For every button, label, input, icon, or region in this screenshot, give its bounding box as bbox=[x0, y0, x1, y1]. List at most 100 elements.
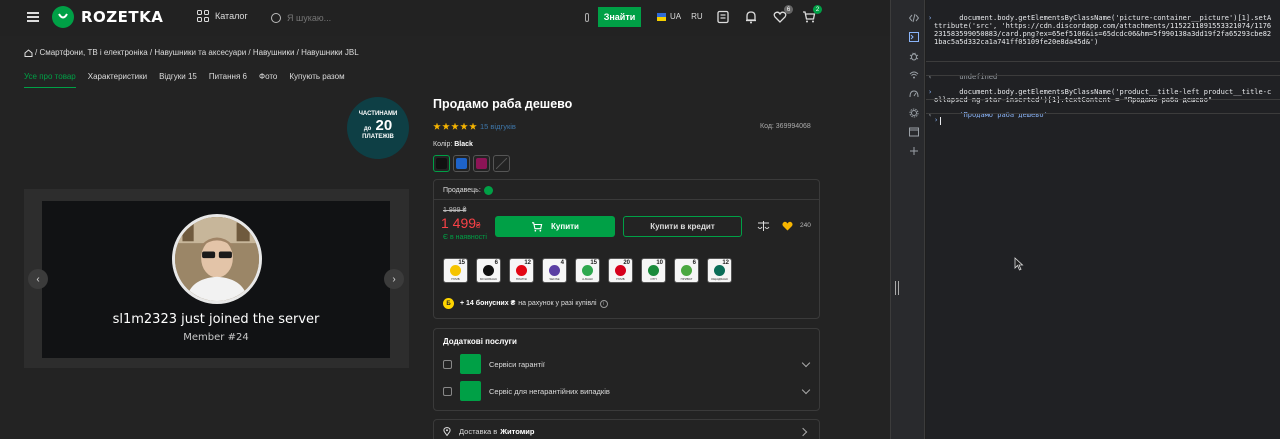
network-wifi-icon[interactable] bbox=[909, 70, 919, 80]
chevron-down-icon[interactable] bbox=[801, 358, 811, 368]
add-panel-icon[interactable] bbox=[909, 146, 919, 156]
prompt-chevron-icon: › bbox=[928, 88, 933, 96]
lang-ua[interactable]: UA bbox=[670, 12, 681, 21]
divider bbox=[926, 113, 1280, 114]
bank-option[interactable]: 6 МОНОБАНК bbox=[476, 258, 501, 283]
devtools-sidebar bbox=[903, 0, 925, 439]
bug-icon[interactable] bbox=[909, 51, 919, 61]
search-box bbox=[271, 9, 591, 27]
color-swatch-unavailable[interactable] bbox=[493, 155, 510, 172]
join-message: sl1m2323 just joined the server bbox=[112, 312, 320, 327]
color-label: Колір: Black bbox=[433, 141, 473, 148]
service-item-warranty[interactable]: Сервіси гарантії bbox=[443, 354, 813, 374]
buy-button[interactable]: Купити bbox=[495, 216, 615, 237]
cart-icon bbox=[532, 221, 543, 232]
service-box-icon bbox=[460, 354, 481, 374]
credit-button[interactable]: Купити в кредит bbox=[623, 216, 742, 237]
service-checkbox[interactable] bbox=[443, 386, 452, 396]
ukraine-flag-icon bbox=[657, 12, 666, 21]
microphone-icon[interactable] bbox=[585, 13, 589, 22]
console-command: › document.body.getElementsByClassName('p… bbox=[928, 14, 1272, 46]
rating-stars[interactable]: 15 відгуків bbox=[433, 122, 516, 131]
color-swatch-black[interactable] bbox=[433, 155, 450, 172]
elements-icon[interactable] bbox=[909, 13, 919, 23]
seller-label: Продавець: bbox=[443, 186, 493, 195]
logo-smile-icon bbox=[52, 6, 74, 28]
services-title: Додаткові послуги bbox=[443, 337, 517, 346]
lang-ru[interactable]: RU bbox=[691, 12, 703, 21]
website-area: ROZETKA Каталог Знайти UA RU 6 2 bbox=[0, 0, 890, 439]
notifications-bell-icon[interactable] bbox=[744, 10, 758, 24]
search-button[interactable]: Знайти bbox=[598, 7, 641, 27]
chevron-down-icon[interactable] bbox=[801, 385, 811, 395]
gallery-next-button[interactable]: › bbox=[384, 269, 404, 289]
service-item-non-warranty[interactable]: Сервіс для негарантійних випадків bbox=[443, 381, 813, 401]
bank-option[interactable]: 15 ПУМБ bbox=[443, 258, 468, 283]
search-icon bbox=[271, 13, 281, 23]
menu-icon[interactable] bbox=[27, 12, 39, 22]
devtools-resizer[interactable] bbox=[890, 0, 903, 439]
search-input[interactable] bbox=[287, 13, 547, 23]
bank-option[interactable]: 20 ПУМБ bbox=[608, 258, 633, 283]
heart-icon[interactable] bbox=[782, 221, 793, 231]
bank-option[interactable]: 15 А-БАНК bbox=[575, 258, 600, 283]
divider bbox=[926, 99, 1280, 100]
resize-grip-icon[interactable] bbox=[895, 281, 899, 295]
delivery-city[interactable]: Житомир bbox=[500, 427, 534, 436]
prompt-chevron-icon: › bbox=[934, 116, 939, 124]
console-icon[interactable] bbox=[909, 32, 919, 42]
prompt-chevron-icon: › bbox=[928, 14, 933, 22]
gallery-prev-button[interactable]: ‹ bbox=[28, 269, 48, 289]
settings-gear-icon[interactable] bbox=[909, 108, 919, 118]
console-input-caret[interactable] bbox=[940, 117, 941, 125]
console-result: ‹ 'Продамо раба дешево' bbox=[928, 111, 1048, 119]
divider bbox=[926, 75, 1280, 76]
tab-questions[interactable]: Питання 6 bbox=[209, 72, 247, 88]
service-checkbox[interactable] bbox=[443, 359, 452, 369]
color-swatches bbox=[433, 155, 513, 172]
bonus-coin-icon: Б bbox=[443, 298, 454, 309]
cart-icon[interactable]: 2 bbox=[802, 5, 822, 24]
bank-installments-list: 15 ПУМБ 6 МОНОБАНК 12 ПЛАТІЖ 4 SENSE 15 А-БАН… bbox=[443, 258, 740, 283]
info-icon[interactable]: i bbox=[599, 299, 608, 308]
bonus-amount: + 14 бонусних ₴ bbox=[460, 300, 516, 307]
location-pin-icon bbox=[443, 427, 451, 436]
delivery-row[interactable]: Доставка в Житомир bbox=[443, 427, 534, 436]
current-price: 1 499₴ bbox=[441, 215, 481, 231]
logo[interactable]: ROZETKA bbox=[52, 6, 163, 28]
tab-bought-together[interactable]: Купують разом bbox=[289, 72, 344, 88]
installments-prefix: до bbox=[363, 126, 372, 132]
compare-scales-icon[interactable] bbox=[757, 220, 770, 232]
bank-option[interactable]: 4 SENSE bbox=[542, 258, 567, 283]
bank-option[interactable]: 12 ПЛАТІЖ bbox=[509, 258, 534, 283]
breadcrumb-path[interactable]: / Смартфони, ТВ і електроніка / Навушник… bbox=[35, 48, 359, 57]
star-icon bbox=[460, 122, 468, 130]
bank-option[interactable]: 6 ПРИВАТ bbox=[674, 258, 699, 283]
installments-number: 20 bbox=[375, 117, 393, 134]
orders-icon[interactable] bbox=[716, 10, 730, 24]
avatar bbox=[172, 214, 262, 304]
member-number: Member #24 bbox=[183, 332, 249, 343]
tab-reviews[interactable]: Відгуки 15 bbox=[159, 72, 197, 88]
bank-option[interactable]: 12 ОЩАДБАНК bbox=[707, 258, 732, 283]
service-box-icon bbox=[460, 381, 481, 401]
seller-logo-icon[interactable] bbox=[483, 186, 493, 195]
application-window-icon[interactable] bbox=[909, 127, 919, 137]
bank-option[interactable]: 10 ОТП bbox=[641, 258, 666, 283]
tab-photo[interactable]: Фото bbox=[259, 72, 277, 88]
installments-line3: ПЛАТЕЖІВ bbox=[362, 134, 394, 140]
cart-badge: 2 bbox=[813, 5, 822, 14]
reviews-link[interactable]: 15 відгуків bbox=[480, 122, 516, 131]
tab-characteristics[interactable]: Характеристики bbox=[88, 72, 147, 88]
mouse-cursor-icon bbox=[1014, 257, 1024, 271]
wishlist-heart-icon[interactable]: 6 bbox=[773, 5, 793, 24]
color-swatch-blue[interactable] bbox=[453, 155, 470, 172]
tab-all-about[interactable]: Усе про товар bbox=[24, 72, 76, 88]
bonus-info: Б + 14 бонусних ₴ на рахунок у разі купі… bbox=[443, 298, 608, 309]
color-value: Black bbox=[454, 141, 473, 148]
home-icon[interactable] bbox=[24, 48, 33, 57]
star-icon bbox=[442, 122, 450, 130]
color-swatch-magenta[interactable] bbox=[473, 155, 490, 172]
performance-icon[interactable] bbox=[909, 89, 919, 99]
catalog-button[interactable]: Каталог bbox=[197, 10, 248, 22]
